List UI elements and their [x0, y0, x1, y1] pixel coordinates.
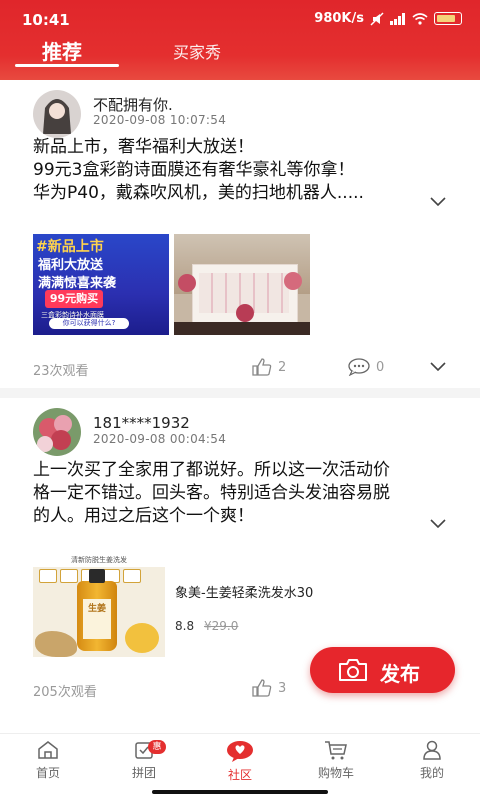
camera-icon: [339, 659, 367, 681]
net-speed: 980K/s: [314, 11, 364, 26]
battery-icon: [434, 12, 462, 25]
nav-badge: 惠: [148, 740, 166, 754]
avatar[interactable]: [33, 408, 81, 456]
promo-button: 你可以获得什么?: [49, 318, 129, 329]
thumbs-up-icon: [252, 358, 272, 376]
promo-line-1: #新品上市: [36, 239, 104, 255]
product-image-header: 清新防脱生姜洗发: [33, 553, 165, 567]
community-icon: [227, 741, 253, 762]
signal-icon: [390, 12, 405, 25]
post-text-line: 的人。用过之后这个一个爽！: [33, 506, 254, 526]
post-date: 2020-09-08 00:04:54: [93, 432, 227, 446]
nav-community[interactable]: 社区: [210, 740, 270, 783]
app-header: 10:41 980K/s 推荐 买家秀: [0, 0, 480, 80]
post-text: 上一次买了全家用了都说好。所以这一次活动价 格一定不错过。回头客。特别适合头发油…: [33, 459, 453, 528]
comment-count: 0: [376, 359, 385, 375]
profile-icon: [423, 740, 441, 760]
post-divider: [0, 388, 480, 398]
like-button[interactable]: 3: [252, 679, 286, 697]
product-price: 8.8: [175, 619, 195, 633]
post-text-line: 华为P40，戴森吹风机，美的扫地机器人.....: [33, 183, 364, 203]
post-text-line: 99元3盒彩韵诗面膜还有奢华豪礼等你拿！: [33, 160, 355, 180]
comment-button[interactable]: 0: [348, 358, 384, 376]
product-original-price: ¥29.0: [204, 619, 239, 633]
product-image-label: 生姜: [83, 599, 111, 639]
wifi-icon: [412, 12, 428, 25]
comment-icon: [348, 358, 370, 376]
nav-label: 社区: [227, 768, 252, 782]
expand-chevron-icon[interactable]: [430, 197, 446, 206]
post-text-line: 上一次买了全家用了都说好。所以这一次活动价: [33, 460, 390, 480]
like-count: 2: [278, 359, 287, 375]
publish-button[interactable]: 发布: [310, 647, 455, 693]
mute-icon: [370, 11, 384, 26]
promo-line-3: 满满惊喜来袭: [38, 276, 117, 291]
status-right: 980K/s: [314, 11, 462, 26]
tab-buyer-show[interactable]: 买家秀: [173, 39, 221, 63]
product-image[interactable]: 清新防脱生姜洗发 生姜: [33, 553, 165, 657]
home-indicator: [152, 790, 328, 794]
promo-line-2: 福利大放送: [38, 258, 104, 273]
publish-label: 发布: [380, 662, 420, 686]
post-image[interactable]: #新品上市 福利大放送 满满惊喜来袭 99元购买 三盒彩韵诗补水面膜 你可以获得…: [33, 234, 169, 335]
username[interactable]: 181****1932: [93, 414, 190, 432]
post-text: 新品上市，奢华福利大放送！ 99元3盒彩韵诗面膜还有奢华豪礼等你拿！ 华为P40…: [33, 136, 453, 205]
username[interactable]: 不配拥有你.: [93, 94, 173, 115]
nav-label: 首页: [35, 766, 60, 780]
expand-chevron-icon[interactable]: [430, 519, 446, 528]
product-name[interactable]: 象美-生姜轻柔洗发水30: [175, 582, 313, 601]
nav-group-buy[interactable]: 惠 拼团: [114, 740, 174, 781]
nav-home[interactable]: 首页: [18, 740, 78, 781]
more-chevron-icon[interactable]: [430, 362, 446, 371]
like-button[interactable]: 2: [252, 358, 286, 376]
avatar[interactable]: [33, 90, 81, 138]
cart-icon: [325, 741, 347, 760]
nav-profile[interactable]: 我的: [402, 740, 462, 781]
nav-cart[interactable]: 购物车: [306, 740, 366, 781]
nav-label: 购物车: [317, 766, 354, 780]
home-icon: [38, 741, 58, 759]
like-count: 3: [278, 680, 287, 696]
post-date: 2020-09-08 10:07:54: [93, 113, 227, 127]
view-count: 205次观看: [33, 685, 97, 700]
top-tabs: 推荐 买家秀: [0, 36, 480, 76]
status-bar: 10:41 980K/s: [0, 0, 480, 38]
view-count: 23次观看: [33, 364, 89, 379]
tab-active-indicator: [15, 64, 119, 67]
promo-price: 99元购买: [45, 290, 103, 308]
nav-label: 我的: [419, 766, 444, 780]
post-image[interactable]: [174, 234, 310, 335]
post-text-line: 新品上市，奢华福利大放送！: [33, 137, 254, 157]
thumbs-up-icon: [252, 679, 272, 697]
post-text-line: 格一定不错过。回头客。特别适合头发油容易脱: [33, 483, 390, 503]
status-time: 10:41: [22, 11, 70, 29]
nav-label: 拼团: [131, 766, 156, 780]
tab-recommend[interactable]: 推荐: [42, 36, 82, 65]
